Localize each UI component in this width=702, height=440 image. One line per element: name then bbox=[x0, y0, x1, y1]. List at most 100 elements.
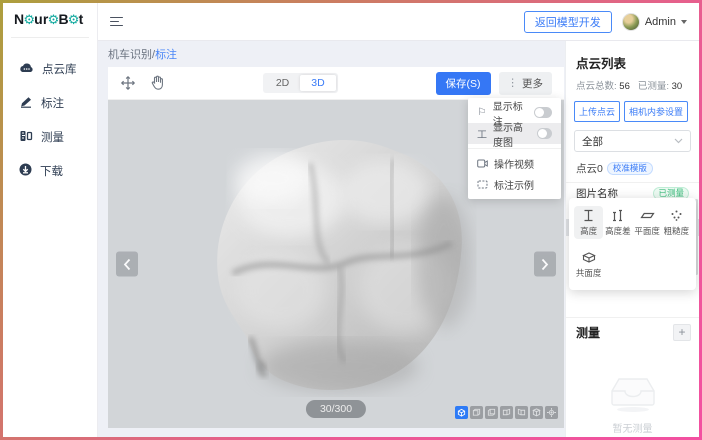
tool-height[interactable]: 高度 bbox=[574, 206, 603, 239]
group-name: 点云0 bbox=[576, 161, 603, 176]
pagination-indicator: 30/300 bbox=[306, 400, 366, 418]
move-tool-icon[interactable] bbox=[120, 75, 136, 91]
pointcloud-panel: 点云列表 点云总数: 56 已测量: 30 上传点云 相机内参设置 全部 点云0… bbox=[565, 41, 699, 437]
dimension-segmented-control: 2D 3D bbox=[263, 73, 338, 93]
tool-label: 共面度 bbox=[576, 267, 602, 279]
save-button[interactable]: 保存(S) bbox=[436, 72, 491, 95]
measure-title: 测量 bbox=[576, 324, 600, 341]
menu-item-show-heightmap[interactable]: 工 显示高度图 bbox=[468, 123, 561, 144]
next-arrow-button[interactable] bbox=[534, 252, 556, 277]
pen-icon bbox=[19, 96, 33, 111]
more-dropdown-menu: ⚐ 显示标注 工 显示高度图 操作视频 bbox=[468, 98, 561, 199]
neurobot-app: N⚙ur⚙B⚙t 点云库 标注 测量 下载 返回模型开发 Admin bbox=[3, 3, 699, 437]
tool-height-diff[interactable]: 高度差 bbox=[603, 206, 632, 239]
viewer-card: 2D 3D 保存(S) ⋮ 更多 bbox=[108, 67, 564, 428]
more-button[interactable]: ⋮ 更多 bbox=[499, 72, 553, 95]
divider bbox=[11, 37, 89, 38]
add-measure-button[interactable]: + bbox=[673, 324, 691, 341]
measure-section-header: 测量 + bbox=[566, 317, 699, 341]
view-front-button[interactable] bbox=[470, 406, 483, 419]
sidebar-item-download[interactable]: 下载 bbox=[3, 154, 97, 188]
app-logo: N⚙ur⚙B⚙t bbox=[3, 3, 97, 35]
mode-2d-button[interactable]: 2D bbox=[265, 75, 300, 91]
flag-icon: ⚐ bbox=[477, 107, 487, 118]
pointcloud-group-row[interactable]: 点云0 校准模版 bbox=[566, 161, 699, 182]
chevron-down-icon bbox=[674, 138, 683, 144]
sidebar-item-label: 下载 bbox=[40, 163, 63, 179]
view-left-button[interactable] bbox=[500, 406, 513, 419]
view-iso-button[interactable] bbox=[455, 406, 468, 419]
screenshot-frame: N⚙ur⚙B⚙t 点云库 标注 测量 下载 返回模型开发 Admin bbox=[0, 0, 702, 440]
tool-flatness[interactable]: 平面度 bbox=[633, 206, 662, 239]
sidebar-item-label: 标注 bbox=[41, 95, 64, 111]
main-column: 返回模型开发 Admin 机车识别/标注 2D bbox=[98, 3, 699, 437]
sidebar-item-measure[interactable]: 测量 bbox=[3, 120, 97, 154]
locate-crosshair-button[interactable] bbox=[545, 406, 558, 419]
chevron-down-icon bbox=[681, 20, 687, 24]
cloud-icon bbox=[19, 62, 34, 76]
roughness-icon bbox=[670, 209, 683, 222]
tool-label: 粗糙度 bbox=[664, 225, 690, 237]
logo-text: t bbox=[79, 11, 84, 27]
menu-item-label: 显示高度图 bbox=[493, 119, 531, 149]
measured-value: 30 bbox=[672, 81, 683, 92]
viewer-toolbar: 2D 3D 保存(S) ⋮ 更多 bbox=[108, 67, 564, 100]
logo-text: ur bbox=[34, 11, 48, 27]
viewer-column: 机车识别/标注 2D 3D 保存(S) ⋮ bbox=[98, 41, 565, 437]
measured-label: 已测量: bbox=[638, 81, 669, 92]
view-back-button[interactable] bbox=[485, 406, 498, 419]
breadcrumb: 机车识别/标注 bbox=[108, 45, 564, 67]
show-annotation-toggle[interactable] bbox=[534, 107, 552, 118]
calibration-template-badge: 校准模版 bbox=[607, 162, 653, 175]
ruler-icon bbox=[19, 130, 33, 145]
3d-model-tooth bbox=[164, 107, 494, 409]
total-label: 点云总数: bbox=[576, 81, 617, 92]
ibeam-icon: 工 bbox=[477, 126, 487, 141]
top-bar: 返回模型开发 Admin bbox=[98, 3, 699, 41]
sidebar-item-annotate[interactable]: 标注 bbox=[3, 86, 97, 120]
divider bbox=[566, 182, 699, 183]
menu-item-annotation-example[interactable]: 标注示例 bbox=[468, 174, 561, 195]
tool-roughness[interactable]: 粗糙度 bbox=[662, 206, 691, 239]
menu-item-label: 标注示例 bbox=[494, 177, 534, 192]
show-heightmap-toggle[interactable] bbox=[537, 128, 552, 139]
back-to-model-dev-button[interactable]: 返回模型开发 bbox=[524, 11, 612, 33]
sidebar-item-pointcloud-library[interactable]: 点云库 bbox=[3, 52, 97, 86]
height-diff-icon bbox=[611, 209, 624, 222]
user-name: Admin bbox=[645, 16, 676, 28]
video-icon bbox=[477, 159, 488, 168]
view-orientation-buttons bbox=[455, 406, 558, 419]
tool-label: 平面度 bbox=[634, 225, 660, 237]
user-menu[interactable]: Admin bbox=[622, 13, 687, 31]
panel-title: 点云列表 bbox=[576, 53, 689, 72]
height-icon bbox=[582, 209, 595, 222]
camera-params-button[interactable]: 相机内参设置 bbox=[624, 101, 688, 122]
measure-tools-popup: 高度 高度差 平面度 粗糙度 bbox=[569, 198, 696, 290]
dashed-rect-icon bbox=[477, 180, 488, 189]
pan-hand-icon[interactable] bbox=[150, 75, 165, 91]
empty-measurements-state: 暂无测量 bbox=[566, 371, 699, 435]
panel-stats: 点云总数: 56 已测量: 30 bbox=[576, 78, 689, 92]
menu-item-label: 操作视频 bbox=[494, 156, 534, 171]
avatar bbox=[622, 13, 640, 31]
upload-pointcloud-button[interactable]: 上传点云 bbox=[574, 101, 620, 122]
collapse-menu-icon[interactable] bbox=[110, 17, 123, 27]
filter-select[interactable]: 全部 bbox=[574, 130, 691, 152]
view-top-button[interactable] bbox=[530, 406, 543, 419]
menu-item-operation-video[interactable]: 操作视频 bbox=[468, 153, 561, 174]
total-value: 56 bbox=[619, 81, 630, 92]
coplanarity-icon bbox=[582, 251, 596, 264]
tool-label: 高度差 bbox=[605, 225, 631, 237]
empty-text: 暂无测量 bbox=[566, 420, 699, 435]
empty-box-icon bbox=[604, 371, 662, 413]
sidebar-item-label: 点云库 bbox=[42, 61, 77, 77]
sidebar-item-label: 测量 bbox=[41, 129, 64, 145]
mode-3d-button[interactable]: 3D bbox=[300, 75, 335, 91]
prev-arrow-button[interactable] bbox=[116, 252, 138, 277]
more-vertical-icon: ⋮ bbox=[508, 77, 519, 89]
tool-coplanarity[interactable]: 共面度 bbox=[574, 248, 603, 281]
filter-value: 全部 bbox=[582, 134, 603, 149]
breadcrumb-current: 标注 bbox=[155, 49, 177, 61]
more-label: 更多 bbox=[522, 76, 543, 91]
view-right-button[interactable] bbox=[515, 406, 528, 419]
